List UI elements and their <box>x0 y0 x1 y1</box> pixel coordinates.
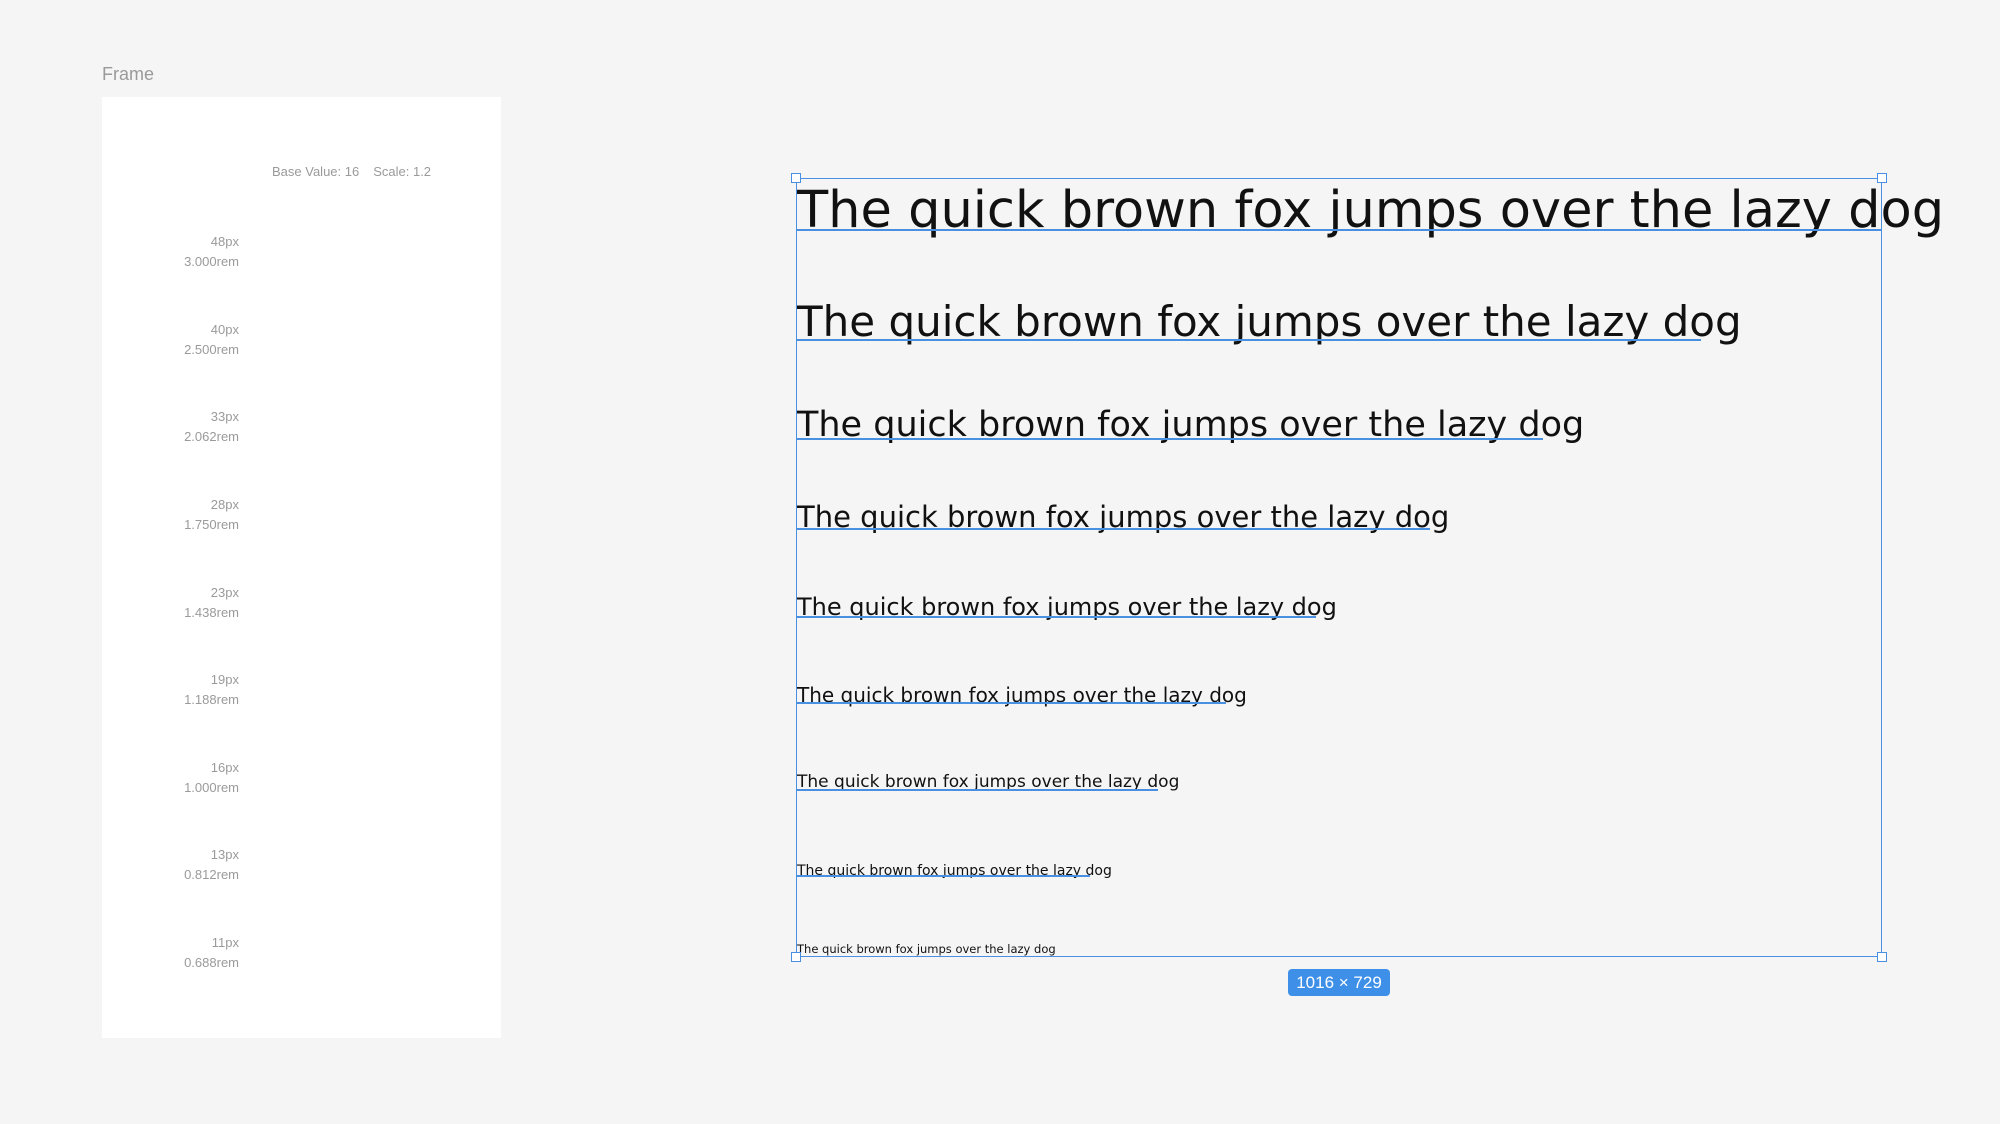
scale-step-16: 16px 1.000rem <box>119 758 239 798</box>
step-px: 40px <box>210 322 239 337</box>
step-rem: 0.812rem <box>184 867 239 882</box>
step-rem: 1.750rem <box>184 517 239 532</box>
resize-handle-top-right[interactable] <box>1877 173 1887 183</box>
step-rem: 2.500rem <box>184 342 239 357</box>
step-px: 23px <box>210 585 239 600</box>
type-scale-frame[interactable]: Base Value: 16 Scale: 1.2 48px 3.000rem 4… <box>102 97 501 1038</box>
base-value-label: Base Value: 16 <box>272 164 360 179</box>
frame-label[interactable]: Frame <box>102 64 154 85</box>
step-rem: 3.000rem <box>184 254 239 269</box>
step-px: 11px <box>211 935 239 950</box>
scale-step-28: 28px 1.750rem <box>119 495 239 535</box>
dimensions-badge: 1016 × 729 <box>1288 969 1390 996</box>
step-px: 28px <box>210 497 239 512</box>
scale-step-23: 23px 1.438rem <box>119 583 239 623</box>
scale-info: Base Value: 16 Scale: 1.2 <box>272 164 431 179</box>
scale-step-13: 13px 0.812rem <box>119 845 239 885</box>
resize-handle-top-left[interactable] <box>791 173 801 183</box>
scale-ratio-label: Scale: 1.2 <box>373 164 432 179</box>
step-px: 19px <box>210 672 239 687</box>
step-px: 13px <box>210 847 239 862</box>
step-px: 16px <box>210 760 239 775</box>
step-rem: 2.062rem <box>184 429 239 444</box>
scale-step-11: 11px 0.688rem <box>119 933 239 973</box>
step-rem: 1.000rem <box>184 780 239 795</box>
step-rem: 1.438rem <box>184 605 239 620</box>
step-rem: 1.188rem <box>184 692 239 707</box>
design-canvas[interactable]: Frame Base Value: 16 Scale: 1.2 48px 3.00… <box>0 0 2000 1124</box>
step-px: 33px <box>210 409 239 424</box>
step-px: 48px <box>210 234 239 249</box>
resize-handle-bottom-right[interactable] <box>1877 952 1887 962</box>
scale-step-40: 40px 2.500rem <box>119 320 239 360</box>
scale-step-33: 33px 2.062rem <box>119 407 239 447</box>
scale-step-48: 48px 3.000rem <box>119 232 239 272</box>
step-rem: 0.688rem <box>184 955 239 970</box>
resize-handle-bottom-left[interactable] <box>791 952 801 962</box>
selection-box[interactable] <box>791 173 1887 962</box>
scale-step-19: 19px 1.188rem <box>119 670 239 710</box>
